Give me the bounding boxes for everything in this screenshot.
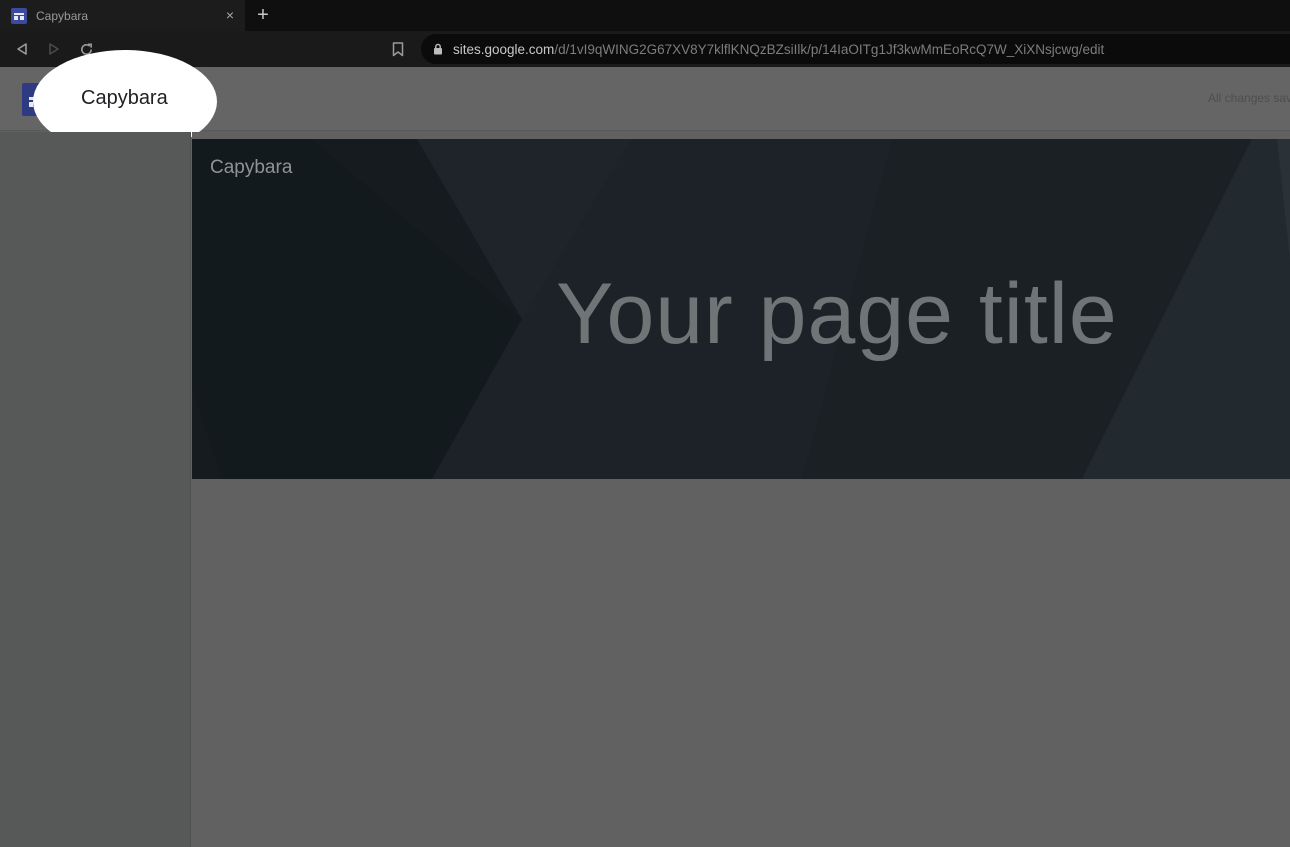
left-panel [0, 132, 191, 847]
address-bar[interactable]: sites.google.com/d/1vI9qWING2G67XV8Y7klf… [421, 34, 1290, 64]
browser-toolbar: sites.google.com/d/1vI9qWING2G67XV8Y7klf… [0, 31, 1290, 67]
site-name-field[interactable]: Capybara [81, 87, 168, 110]
forward-arrow-icon [49, 43, 59, 55]
tab-title: Capybara [36, 8, 89, 23]
browser-tab[interactable]: Capybara × [0, 0, 245, 31]
url-text: sites.google.com/d/1vI9qWING2G67XV8Y7klf… [453, 42, 1104, 57]
google-sites-favicon-icon [11, 7, 27, 24]
banner-site-name: Capybara [210, 157, 293, 178]
url-path: /d/1vI9qWING2G67XV8Y7klflKNQzBZsiIlk/p/1… [554, 41, 1105, 57]
url-host: sites.google.com [453, 41, 555, 57]
lock-icon [434, 43, 442, 55]
new-tab-button[interactable]: + [252, 4, 274, 26]
back-button[interactable] [12, 39, 32, 59]
page-title[interactable]: Your page title [556, 265, 1118, 364]
bookmark-button[interactable] [388, 39, 408, 59]
forward-button[interactable] [44, 39, 64, 59]
bookmark-icon [392, 41, 404, 56]
tab-close-icon[interactable]: × [221, 6, 239, 24]
header-banner[interactable]: Capybara Your page title [192, 139, 1290, 479]
back-arrow-icon [17, 43, 27, 55]
save-status-text: All changes sav [1208, 91, 1290, 105]
browser-tab-bar: Capybara × + [0, 0, 1290, 31]
